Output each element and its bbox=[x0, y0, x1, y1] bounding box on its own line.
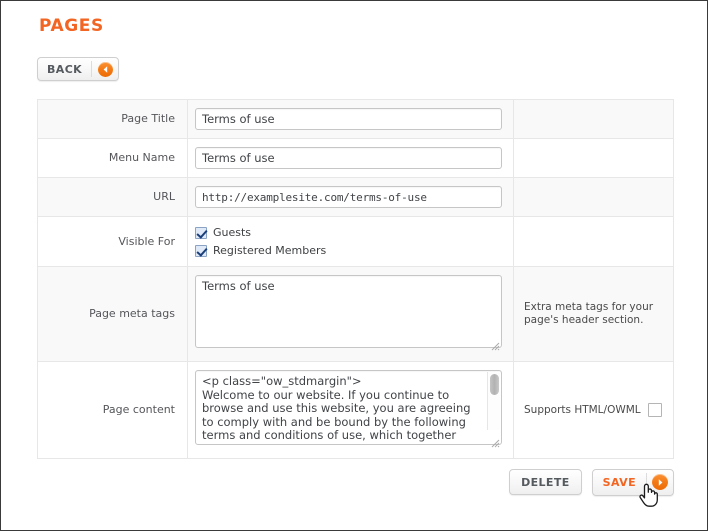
guests-checkbox[interactable] bbox=[195, 226, 207, 239]
page-title: PAGES bbox=[39, 16, 104, 36]
registered-members-checkbox[interactable] bbox=[195, 244, 207, 257]
supports-html-owml-checkbox[interactable] bbox=[647, 403, 662, 417]
page-edit-form-table: Page Title Menu Name URL bbox=[37, 99, 674, 459]
menu-name-input[interactable] bbox=[195, 147, 502, 169]
guests-checkbox-label: Guests bbox=[213, 226, 252, 239]
checkbox-row-guests[interactable]: Guests bbox=[195, 225, 505, 240]
page-meta-tags-textarea[interactable] bbox=[195, 275, 502, 348]
page-content-textarea-wrapper bbox=[195, 370, 502, 450]
field-cell-visible-for: Guests Registered Members bbox=[187, 216, 514, 267]
field-cell-url bbox=[187, 177, 514, 217]
label-url: URL bbox=[37, 177, 188, 217]
help-cell-page-meta-tags: Extra meta tags for your page's header s… bbox=[513, 266, 674, 362]
checkbox-row-registered-members[interactable]: Registered Members bbox=[195, 243, 505, 258]
save-button-icon-slot bbox=[647, 470, 673, 495]
delete-button[interactable]: DELETE bbox=[509, 469, 582, 495]
back-button-label: BACK bbox=[47, 62, 83, 76]
circle-arrow-left-icon bbox=[97, 61, 113, 77]
delete-button-label: DELETE bbox=[521, 475, 570, 489]
page-content-textarea[interactable] bbox=[195, 370, 502, 445]
table-row-page-content: Page content <p class="ow_stdmargin"> We… bbox=[37, 361, 674, 459]
supports-html-owml-label: Supports HTML/OWML bbox=[524, 403, 641, 416]
page-content-area: PAGES BACK Page Title Terms of use Menu … bbox=[1, 1, 707, 530]
app-window: PAGES BACK Page Title Terms of use Menu … bbox=[0, 0, 708, 531]
field-cell-page-content bbox=[187, 361, 514, 459]
table-row-page-meta-tags: Page meta tags Extra meta tags for your … bbox=[37, 266, 674, 362]
save-button-label: SAVE bbox=[602, 475, 636, 489]
form-actions: DELETE SAVE bbox=[37, 467, 674, 497]
url-input[interactable] bbox=[195, 186, 502, 208]
scrollbar-thumb[interactable] bbox=[490, 374, 499, 395]
page-content-scrollbar[interactable] bbox=[487, 372, 500, 430]
help-cell-url bbox=[513, 177, 674, 217]
table-row-page-title: Page Title bbox=[37, 99, 674, 139]
table-row-visible-for: Visible For Guests Registered Members bbox=[37, 216, 674, 267]
registered-members-checkbox-label: Registered Members bbox=[213, 244, 327, 257]
save-button[interactable]: SAVE bbox=[591, 468, 674, 496]
label-menu-name: Menu Name bbox=[37, 138, 188, 178]
field-cell-menu-name bbox=[187, 138, 514, 178]
supports-html-owml-row: Supports HTML/OWML bbox=[524, 403, 663, 417]
table-row-menu-name: Menu Name bbox=[37, 138, 674, 178]
field-cell-page-title bbox=[187, 99, 514, 139]
help-cell-page-content: Supports HTML/OWML bbox=[513, 361, 674, 459]
label-page-title: Page Title bbox=[37, 99, 188, 139]
page-title-input[interactable] bbox=[195, 108, 502, 130]
label-page-content: Page content bbox=[37, 361, 188, 459]
back-button[interactable]: BACK bbox=[37, 57, 120, 81]
label-visible-for: Visible For bbox=[37, 216, 188, 267]
back-button-icon-slot bbox=[92, 58, 118, 80]
meta-tags-textarea-wrapper bbox=[195, 275, 502, 353]
field-cell-page-meta-tags bbox=[187, 266, 514, 362]
table-row-url: URL bbox=[37, 177, 674, 217]
label-page-meta-tags: Page meta tags bbox=[37, 266, 188, 362]
help-cell-page-title bbox=[513, 99, 674, 139]
circle-arrow-right-icon bbox=[652, 474, 668, 490]
help-cell-menu-name bbox=[513, 138, 674, 178]
help-cell-visible-for bbox=[513, 216, 674, 267]
